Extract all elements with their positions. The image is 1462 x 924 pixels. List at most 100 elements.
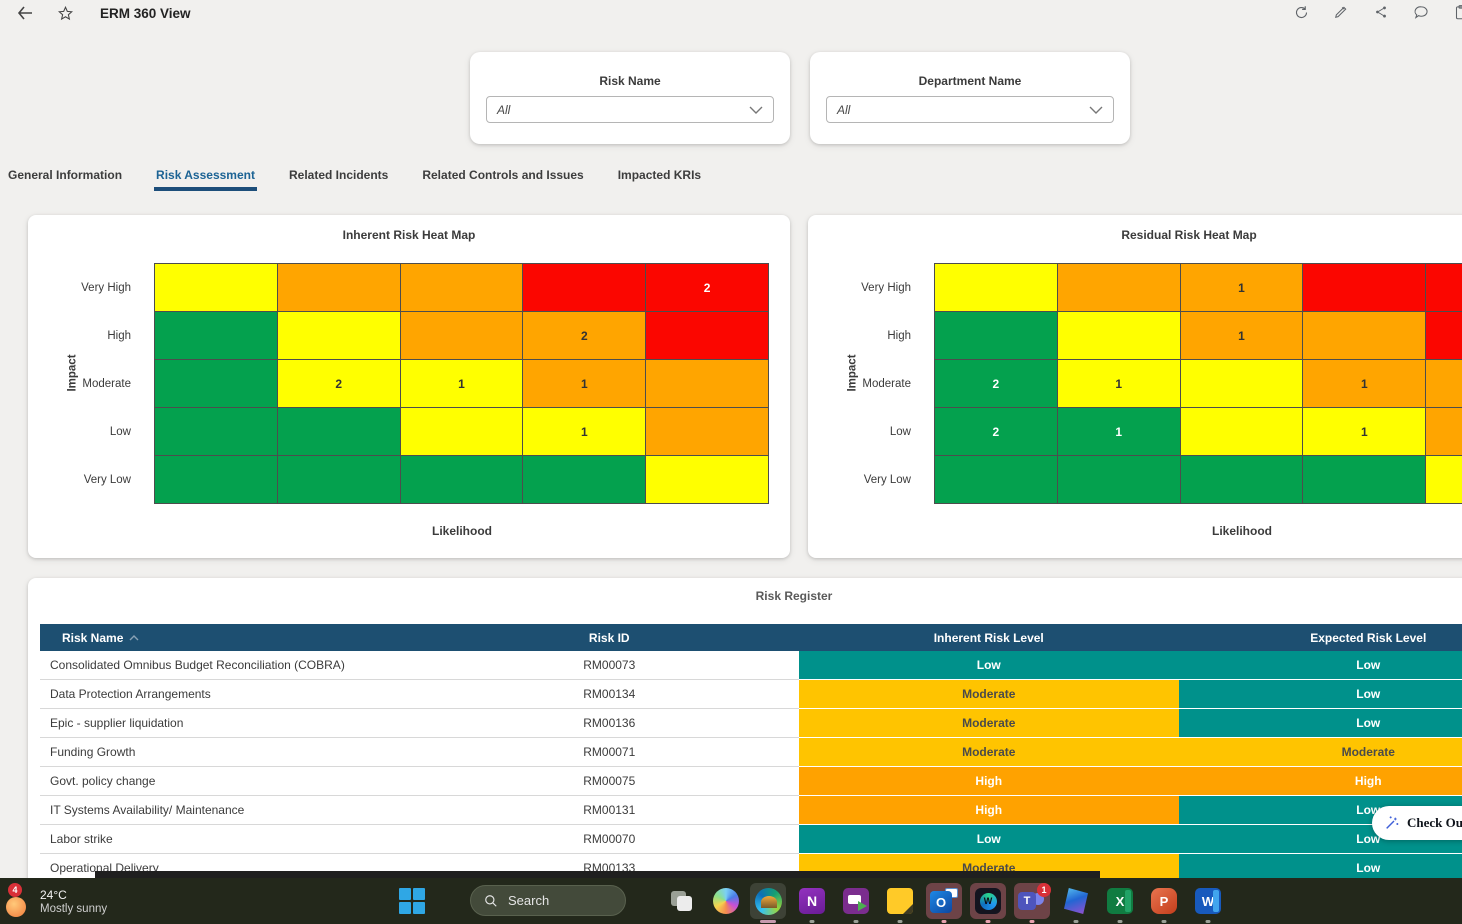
table-row[interactable]: Data Protection ArrangementsRM00134Moder… — [40, 680, 1462, 709]
heatmap-cell[interactable] — [645, 455, 769, 504]
heatmap-cell[interactable] — [645, 407, 769, 456]
department-filter-label: Department Name — [810, 74, 1130, 88]
risk-name-dropdown[interactable]: All — [486, 96, 774, 123]
check-out-popup[interactable]: Check Out W — [1372, 806, 1462, 840]
heatmap-cell[interactable] — [1425, 455, 1462, 504]
tab-related-controls-and-issues[interactable]: Related Controls and Issues — [422, 168, 583, 191]
heatmap-cell[interactable] — [277, 407, 401, 456]
heatmap-cell[interactable] — [645, 311, 769, 360]
heatmap-cell[interactable] — [1425, 311, 1462, 360]
column-header-expected-risk-level[interactable]: Expected Risk Level — [1179, 631, 1462, 645]
heatmap-cell[interactable]: 2 — [645, 263, 769, 312]
heatmap-cell[interactable] — [645, 359, 769, 408]
heatmap-row: Low21 — [28, 408, 790, 456]
heatmap-cell[interactable] — [1302, 263, 1426, 312]
heatmap-cell[interactable] — [400, 455, 524, 504]
heatmap-cell[interactable]: 1 — [1057, 407, 1181, 456]
heatmap-cell[interactable]: 1 — [1302, 359, 1426, 408]
table-row[interactable]: Epic - supplier liquidationRM00136Modera… — [40, 709, 1462, 738]
heatmap-cell[interactable] — [1057, 263, 1181, 312]
heatmap-cell[interactable] — [277, 455, 401, 504]
copilot-button[interactable] — [708, 883, 744, 919]
heatmap-cell[interactable]: 2 — [277, 359, 401, 408]
heatmap-cell[interactable]: 1 — [1302, 407, 1426, 456]
heatmap-cell[interactable] — [1180, 359, 1304, 408]
word-button[interactable]: W — [1190, 883, 1226, 919]
heatmap-cell[interactable]: 1 — [1180, 311, 1304, 360]
heatmap-row-label: Moderate — [28, 378, 131, 390]
heatmap-cell[interactable] — [1425, 407, 1462, 456]
refresh-icon[interactable] — [1292, 3, 1310, 21]
heatmap-cell[interactable] — [400, 407, 524, 456]
heatmap-cell[interactable]: 1 — [400, 359, 524, 408]
table-row[interactable]: Govt. policy changeRM00075HighHigh — [40, 767, 1462, 796]
table-row[interactable]: IT Systems Availability/ MaintenanceRM00… — [40, 796, 1462, 825]
heatmap-cell[interactable] — [1180, 455, 1304, 504]
task-view-button[interactable] — [664, 883, 700, 919]
comment-icon[interactable] — [1412, 3, 1430, 21]
heatmap-cell[interactable] — [1425, 359, 1462, 408]
share-icon[interactable] — [1372, 3, 1390, 21]
department-dropdown[interactable]: All — [826, 96, 1114, 123]
back-icon[interactable] — [16, 4, 34, 22]
excel-button[interactable]: X — [1102, 883, 1138, 919]
table-row[interactable]: Funding GrowthRM00071ModerateModerate — [40, 738, 1462, 767]
heatmap-cell[interactable] — [154, 359, 278, 408]
star-icon[interactable] — [56, 4, 74, 22]
powerpoint-button[interactable]: P — [1146, 883, 1182, 919]
heatmap-cell[interactable] — [1302, 455, 1426, 504]
heatmap-cell[interactable] — [934, 311, 1058, 360]
heatmap-cell[interactable]: 2 — [522, 311, 646, 360]
heatmap-cell[interactable] — [934, 263, 1058, 312]
column-header-risk-name[interactable]: Risk Name — [40, 631, 420, 645]
heatmap-cell[interactable] — [1057, 455, 1181, 504]
heatmap-cell[interactable] — [1180, 407, 1304, 456]
weather-widget[interactable]: 4 24°C Mostly sunny — [6, 883, 107, 919]
inherent-risk-level-cell: Low — [799, 651, 1179, 680]
tab-related-incidents[interactable]: Related Incidents — [289, 168, 388, 191]
heatmap-cell[interactable]: 1 — [1180, 263, 1304, 312]
clipboard-icon[interactable] — [1452, 3, 1462, 21]
teams-button[interactable]: 1 T — [1014, 883, 1050, 919]
heatmap-cell[interactable] — [154, 263, 278, 312]
heatmap-cell[interactable] — [522, 263, 646, 312]
edge-button[interactable] — [750, 883, 786, 919]
heatmap-cell[interactable] — [154, 311, 278, 360]
video-app-button[interactable] — [838, 883, 874, 919]
heatmap-cell[interactable] — [154, 455, 278, 504]
dynamics-365-button[interactable] — [1058, 883, 1094, 919]
outlook-icon: O — [930, 888, 958, 914]
tab-impacted-kris[interactable]: Impacted KRIs — [618, 168, 701, 191]
start-button[interactable] — [398, 887, 426, 915]
sticky-notes-button[interactable] — [882, 883, 918, 919]
edit-icon[interactable] — [1332, 3, 1350, 21]
heatmap-cell[interactable]: 2 — [934, 407, 1058, 456]
table-row[interactable]: Labor strikeRM00070LowLow — [40, 825, 1462, 854]
table-row[interactable]: Consolidated Omnibus Budget Reconciliati… — [40, 651, 1462, 680]
webex-button[interactable]: W — [970, 883, 1006, 919]
heatmap-cell[interactable] — [1057, 311, 1181, 360]
heatmap-cell[interactable] — [277, 311, 401, 360]
heatmap-cell[interactable]: 2 — [934, 359, 1058, 408]
tab-general-information[interactable]: General Information — [8, 168, 122, 191]
heatmap-cell[interactable] — [154, 407, 278, 456]
inherent-risk-level-cell: High — [799, 796, 1179, 825]
heatmap-cell[interactable] — [400, 311, 524, 360]
outlook-button[interactable]: O — [926, 883, 962, 919]
heatmap-cell[interactable]: 1 — [1057, 359, 1181, 408]
heatmap-cell[interactable]: 1 — [522, 407, 646, 456]
heatmap-cell[interactable] — [400, 263, 524, 312]
heatmap-cell[interactable]: 1 — [522, 359, 646, 408]
risk-name-cell: Consolidated Omnibus Budget Reconciliati… — [40, 651, 420, 679]
heatmap-cell[interactable] — [1302, 311, 1426, 360]
heatmap-cell[interactable] — [522, 455, 646, 504]
onenote-button[interactable]: N — [794, 883, 830, 919]
heatmap-cell[interactable] — [277, 263, 401, 312]
column-header-inherent-risk-level[interactable]: Inherent Risk Level — [799, 631, 1179, 645]
heatmap-cell[interactable] — [1425, 263, 1462, 312]
column-header-risk-id[interactable]: Risk ID — [420, 631, 800, 645]
heatmap-cell[interactable] — [934, 455, 1058, 504]
heatmap-cells: 211 — [935, 408, 1462, 456]
search-input[interactable]: Search — [470, 885, 626, 916]
tab-risk-assessment[interactable]: Risk Assessment — [156, 168, 255, 191]
